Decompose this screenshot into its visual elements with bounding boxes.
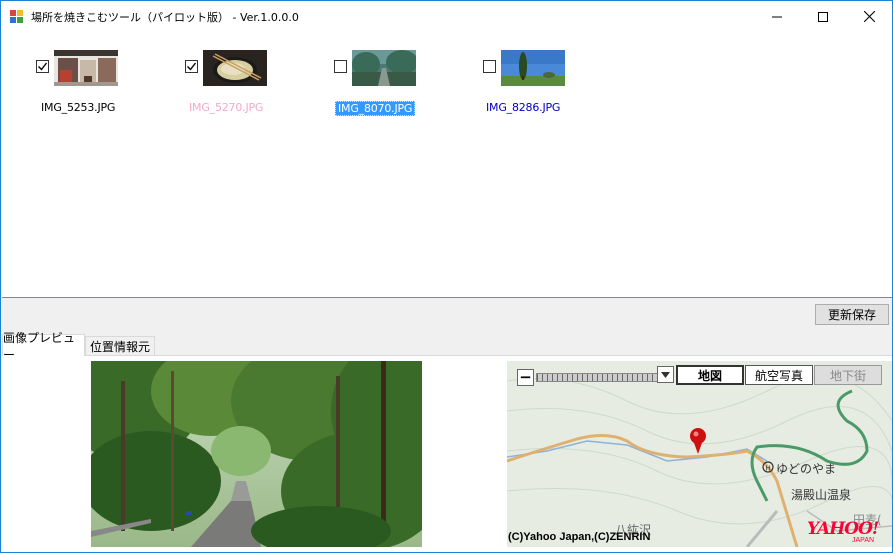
photo-checkbox[interactable]: [185, 60, 198, 73]
maximize-button[interactable]: [800, 1, 846, 32]
close-icon: [863, 11, 875, 22]
photo-checkbox[interactable]: [483, 60, 496, 73]
svg-text:H: H: [766, 465, 771, 473]
list-item[interactable]: IMG_8070.JPG: [334, 50, 474, 120]
photo-thumbnail[interactable]: [352, 50, 416, 86]
tab-location-source[interactable]: 位置情報元: [85, 336, 155, 356]
window-title: 場所を焼きこむツール（パイロット版） - Ver.1.0.0.0: [31, 11, 299, 24]
list-item[interactable]: IMG_5253.JPG: [36, 50, 176, 120]
location-map[interactable]: H − 地図 航空写真 地下街 ゆどのやま 湯殿山温泉 八紘沢 田麦( (C)Y…: [507, 361, 892, 547]
minimize-icon: [772, 16, 782, 17]
photo-checkbox[interactable]: [36, 60, 49, 73]
photo-thumbnail[interactable]: [54, 50, 118, 86]
close-button[interactable]: [846, 1, 892, 32]
app-icon: [10, 10, 24, 23]
photo-list[interactable]: IMG_5253.JPG IMG_5270.JPG IMG_8070.JPG I…: [2, 32, 892, 298]
map-type-map-button[interactable]: 地図: [676, 365, 744, 385]
photo-filename[interactable]: IMG_5253.JPG: [41, 101, 115, 114]
title-bar: 場所を焼きこむツール（パイロット版） - Ver.1.0.0.0: [1, 1, 892, 32]
photo-filename[interactable]: IMG_8286.JPG: [486, 101, 560, 114]
image-preview: [91, 361, 422, 547]
tab-image-preview[interactable]: 画像プレビュー: [2, 331, 85, 362]
tab-panel: H − 地図 航空写真 地下街 ゆどのやま 湯殿山温泉 八紘沢 田麦( (C)Y…: [2, 355, 892, 552]
update-save-button[interactable]: 更新保存: [815, 304, 889, 325]
map-type-underground-button[interactable]: 地下街: [814, 365, 882, 385]
zoom-slider[interactable]: [536, 373, 664, 382]
yahoo-logo: YAHOO!: [807, 519, 879, 539]
map-label-onsen: 湯殿山温泉: [791, 488, 852, 502]
check-icon: [187, 62, 197, 71]
maximize-icon: [818, 11, 828, 22]
zoom-knob[interactable]: [657, 366, 674, 383]
list-item[interactable]: IMG_5270.JPG: [185, 50, 325, 120]
map-type-aerial-button[interactable]: 航空写真: [745, 365, 813, 385]
main-window: 場所を焼きこむツール（パイロット版） - Ver.1.0.0.0 IMG_525…: [0, 0, 893, 553]
map-label-yudonoyama: ゆどのやま: [776, 462, 837, 476]
photo-thumbnail[interactable]: [203, 50, 267, 86]
yahoo-logo-sub: JAPAN: [852, 537, 875, 544]
photo-filename[interactable]: IMG_8070.JPG: [335, 101, 416, 116]
photo-filename[interactable]: IMG_5270.JPG: [189, 101, 263, 114]
minimize-button[interactable]: [754, 1, 800, 32]
zoom-out-button[interactable]: −: [517, 369, 534, 386]
photo-thumbnail[interactable]: [501, 50, 565, 86]
photo-checkbox[interactable]: [334, 60, 347, 73]
map-copyright: (C)Yahoo Japan,(C)ZENRIN: [508, 531, 651, 543]
check-icon: [38, 62, 48, 71]
list-item[interactable]: IMG_8286.JPG: [483, 50, 623, 120]
